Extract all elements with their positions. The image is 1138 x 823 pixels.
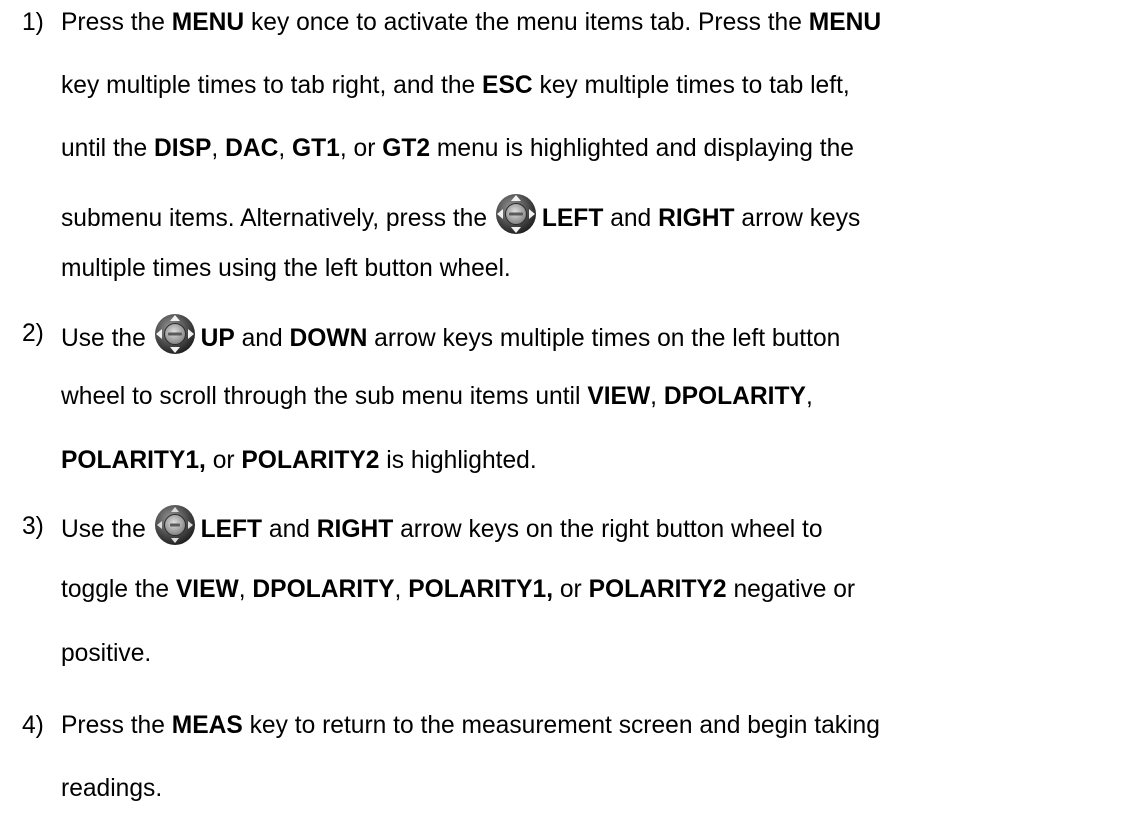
- text-run: key to return to the measurement screen …: [242, 712, 880, 739]
- submenu-name: POLARITY1,: [408, 576, 554, 603]
- submenu-name: POLARITY2: [588, 576, 727, 603]
- step-3-line-2: toggle the VIEW, DPOLARITY, POLARITY1, o…: [61, 576, 855, 604]
- submenu-name: POLARITY1,: [61, 447, 206, 474]
- text-run: ,: [278, 135, 293, 162]
- step-1-line-3: until the DISP, DAC, GT1, or GT2 menu is…: [61, 135, 854, 163]
- text-run: negative or: [726, 576, 856, 603]
- text-run: ,: [805, 383, 813, 410]
- submenu-name: VIEW: [175, 576, 239, 603]
- text-run: ,: [211, 135, 226, 162]
- text-run: readings.: [61, 775, 163, 802]
- step-1-line-1: Press the MENU key once to activate the …: [61, 9, 881, 37]
- key-name: MENU: [171, 9, 245, 36]
- key-name: MEAS: [171, 712, 243, 739]
- text-run: ,: [394, 576, 409, 603]
- text-run: is highlighted.: [379, 447, 537, 474]
- text-run: positive.: [61, 640, 152, 667]
- left-button-wheel-icon: [153, 312, 197, 356]
- key-name: LEFT: [200, 516, 263, 543]
- key-name: UP: [200, 325, 235, 352]
- text-run: key multiple times to tab left,: [532, 72, 850, 99]
- text-run: Press the: [61, 712, 172, 739]
- submenu-name: DPOLARITY: [252, 576, 395, 603]
- step-1-line-4: submenu items. Alternatively, press the …: [61, 192, 860, 236]
- text-run: multiple times using the left button whe…: [61, 255, 511, 282]
- menu-name: DAC: [225, 135, 279, 162]
- text-run: and: [234, 325, 290, 352]
- submenu-name: DPOLARITY: [663, 383, 806, 410]
- step-3-line-1: Use the LEFT and RIGHT arrow keys on the…: [61, 503, 823, 547]
- key-name: RIGHT: [658, 205, 735, 232]
- step-number: 1): [22, 9, 44, 36]
- text-run: Use the: [61, 516, 153, 543]
- step-number: 4): [22, 712, 44, 739]
- right-button-wheel-icon: [153, 503, 197, 547]
- step-number: 3): [22, 513, 44, 540]
- text-run: key once to activate the menu items tab.…: [244, 9, 809, 36]
- text-run: Use the: [61, 325, 153, 352]
- text-run: and: [262, 516, 317, 543]
- key-name: ESC: [482, 72, 533, 99]
- key-name: DOWN: [289, 325, 368, 352]
- step-2-line-1: Use the UP and DOWN arrow keys multiple …: [61, 312, 840, 356]
- text-run: menu is highlighted and displaying the: [430, 135, 854, 162]
- step-3-line-3: positive.: [61, 640, 151, 668]
- key-name: LEFT: [541, 205, 604, 232]
- text-run: and: [603, 205, 659, 232]
- text-run: arrow keys: [734, 205, 861, 232]
- text-run: Press the: [61, 9, 172, 36]
- text-run: wheel to scroll through the sub menu ite…: [61, 383, 588, 410]
- step-number: 2): [22, 320, 44, 347]
- text-run: key multiple times to tab right, and the: [61, 72, 483, 99]
- step-1-line-5: multiple times using the left button whe…: [61, 255, 511, 283]
- text-run: or: [553, 576, 589, 603]
- text-run: ,: [238, 576, 253, 603]
- instruction-steps: 1) Press the MENU key once to activate t…: [0, 0, 1138, 823]
- step-2-line-2: wheel to scroll through the sub menu ite…: [61, 383, 813, 411]
- menu-name: GT1: [292, 135, 340, 162]
- key-name: RIGHT: [316, 516, 394, 543]
- text-run: , or: [339, 135, 383, 162]
- menu-name: GT2: [382, 135, 431, 162]
- text-run: toggle the: [61, 576, 176, 603]
- text-run: until the: [61, 135, 154, 162]
- text-run: arrow keys on the right button wheel to: [393, 516, 823, 543]
- step-2-line-3: POLARITY1, or POLARITY2 is highlighted.: [61, 447, 537, 475]
- text-run: arrow keys multiple times on the left bu…: [367, 325, 841, 352]
- step-1-line-2: key multiple times to tab right, and the…: [61, 72, 850, 100]
- left-button-wheel-icon: [494, 192, 538, 236]
- submenu-name: POLARITY2: [241, 447, 380, 474]
- text-run: or: [205, 447, 242, 474]
- step-4-line-1: Press the MEAS key to return to the meas…: [61, 712, 880, 740]
- menu-name: DISP: [153, 135, 212, 162]
- text-run: ,: [650, 383, 664, 410]
- key-name: MENU: [808, 9, 882, 36]
- text-run: submenu items. Alternatively, press the: [61, 205, 494, 232]
- submenu-name: VIEW: [587, 383, 651, 410]
- step-4-line-2: readings.: [61, 775, 162, 803]
